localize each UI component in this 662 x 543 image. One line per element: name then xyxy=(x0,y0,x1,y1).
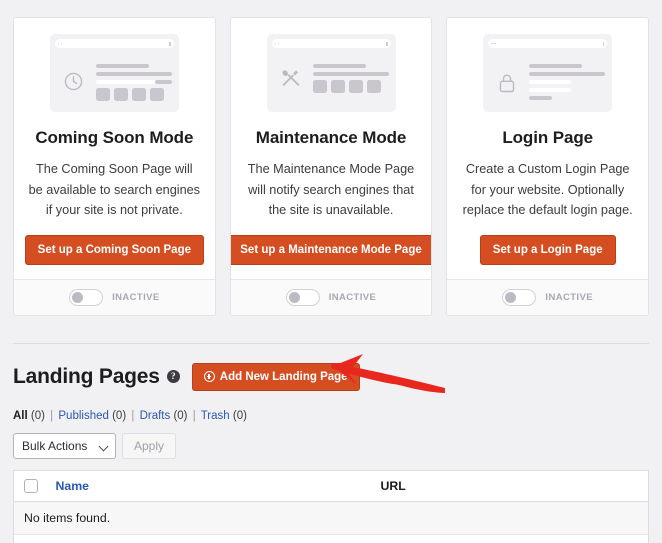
mode-cards-row: Coming Soon Mode The Coming Soon Page wi… xyxy=(0,0,662,316)
card-footer: INACTIVE xyxy=(231,279,432,315)
table-foot: Name URL xyxy=(14,535,649,543)
filter-count-drafts: (0) xyxy=(173,410,187,422)
coming-soon-toggle[interactable] xyxy=(69,289,103,306)
maintenance-toggle-label: INACTIVE xyxy=(329,292,377,303)
landing-pages-section: Landing Pages ? Add New Landing Page All… xyxy=(0,344,662,543)
bulk-actions-select[interactable]: Bulk Actions xyxy=(13,433,116,459)
browser-dots-icon xyxy=(58,43,63,45)
browser-dots-icon xyxy=(491,43,496,45)
table-footer-row: Name URL xyxy=(14,535,649,543)
apply-button[interactable]: Apply xyxy=(122,433,176,459)
bulk-actions-wrapper: Bulk Actions xyxy=(13,433,116,459)
filter-count-published: (0) xyxy=(112,410,126,422)
card-footer: INACTIVE xyxy=(14,279,215,315)
coming-soon-toggle-label: INACTIVE xyxy=(112,292,160,303)
landing-pages-header: Landing Pages ? Add New Landing Page xyxy=(13,344,649,391)
login-page-thumbnail xyxy=(483,34,612,112)
card-description: The Maintenance Mode Page will notify se… xyxy=(245,159,418,221)
column-footer-name: Name xyxy=(46,535,371,543)
table-header-row: Name URL xyxy=(14,470,649,502)
thumbnail-content xyxy=(55,54,174,101)
filter-link-drafts[interactable]: Drafts xyxy=(140,410,171,422)
setup-login-page-button[interactable]: Set up a Login Page xyxy=(480,235,616,265)
lock-icon xyxy=(492,58,522,104)
column-footer-url: URL xyxy=(370,535,648,543)
filter-link-all[interactable]: All xyxy=(13,410,28,422)
table-navigation-top: Bulk Actions Apply xyxy=(13,433,649,459)
column-header-name: Name xyxy=(46,470,371,502)
card-description: Create a Custom Login Page for your webs… xyxy=(461,159,634,221)
card-login-page: Login Page Create a Custom Login Page fo… xyxy=(446,17,649,316)
status-filter-links: All (0) | Published (0) | Drafts (0) | T… xyxy=(13,410,649,422)
login-page-toggle-label: INACTIVE xyxy=(545,292,593,303)
thumbnail-squares xyxy=(313,80,389,93)
select-all-footer xyxy=(14,535,46,543)
filter-link-published[interactable]: Published xyxy=(58,410,109,422)
help-icon[interactable]: ? xyxy=(167,370,180,383)
table-head: Name URL xyxy=(14,470,649,502)
landing-pages-table: Name URL No items found. Name xyxy=(13,470,649,543)
setup-maintenance-mode-page-button[interactable]: Set up a Maintenance Mode Page xyxy=(230,235,433,265)
column-header-url: URL xyxy=(370,470,648,502)
filter-separator: | xyxy=(131,410,134,422)
add-new-landing-page-label: Add New Landing Page xyxy=(220,371,348,383)
card-title: Login Page xyxy=(502,128,593,148)
card-body: Coming Soon Mode The Coming Soon Page wi… xyxy=(14,18,215,279)
card-title: Maintenance Mode xyxy=(256,128,406,148)
browser-menu-icon xyxy=(386,42,388,46)
maintenance-thumbnail xyxy=(267,34,396,112)
filter-count-all: (0) xyxy=(31,410,45,422)
table-row-empty: No items found. xyxy=(14,502,649,535)
thumbnail-lines xyxy=(313,58,389,93)
card-footer: INACTIVE xyxy=(447,279,648,315)
card-description: The Coming Soon Page will be available t… xyxy=(28,159,201,221)
add-new-landing-page-button[interactable]: Add New Landing Page xyxy=(192,363,360,391)
browser-menu-icon xyxy=(603,42,605,46)
select-all-header xyxy=(14,470,46,502)
filter-separator: | xyxy=(50,410,53,422)
maintenance-toggle[interactable] xyxy=(286,289,320,306)
tools-icon xyxy=(276,58,306,93)
filter-separator: | xyxy=(193,410,196,422)
table-body: No items found. xyxy=(14,502,649,535)
browser-bar xyxy=(55,39,174,48)
landing-pages-screen: Coming Soon Mode The Coming Soon Page wi… xyxy=(0,0,662,543)
sort-by-name-link[interactable]: Name xyxy=(56,479,90,493)
plus-circle-icon xyxy=(204,371,215,382)
card-body: Login Page Create a Custom Login Page fo… xyxy=(447,18,648,279)
browser-bar xyxy=(488,39,607,48)
thumbnail-content xyxy=(488,54,607,104)
setup-coming-soon-page-button[interactable]: Set up a Coming Soon Page xyxy=(25,235,204,265)
browser-dots-icon xyxy=(275,43,280,45)
filter-count-trash: (0) xyxy=(233,410,247,422)
clock-icon xyxy=(59,58,89,101)
browser-menu-icon xyxy=(169,42,171,46)
select-all-checkbox-top[interactable] xyxy=(24,479,38,493)
browser-bar xyxy=(272,39,391,48)
thumbnail-lines xyxy=(529,58,605,104)
thumbnail-squares xyxy=(96,88,172,101)
thumbnail-content xyxy=(272,54,391,93)
card-coming-soon-mode: Coming Soon Mode The Coming Soon Page wi… xyxy=(13,17,216,316)
login-page-toggle[interactable] xyxy=(502,289,536,306)
card-title: Coming Soon Mode xyxy=(35,128,193,148)
card-body: Maintenance Mode The Maintenance Mode Pa… xyxy=(231,18,432,279)
no-items-found-message: No items found. xyxy=(14,502,649,535)
thumbnail-lines xyxy=(96,58,172,101)
coming-soon-thumbnail xyxy=(50,34,179,112)
filter-link-trash[interactable]: Trash xyxy=(201,410,230,422)
page-title: Landing Pages xyxy=(13,365,160,389)
card-maintenance-mode: Maintenance Mode The Maintenance Mode Pa… xyxy=(230,17,433,316)
